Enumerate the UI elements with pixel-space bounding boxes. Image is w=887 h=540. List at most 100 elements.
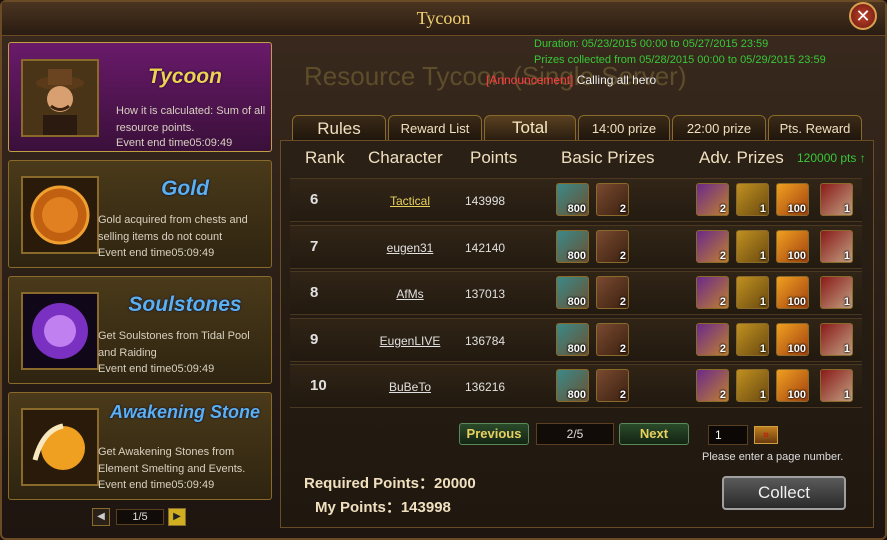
prize-quantity: 100 <box>787 250 806 262</box>
card-gold[interactable]: Gold Gold acquired from chests and selli… <box>8 160 272 268</box>
chest-icon[interactable]: 2 <box>596 183 629 216</box>
card-title: Soulstones <box>128 293 242 316</box>
my-points: My Points：143998 <box>315 499 451 516</box>
row-character-link[interactable]: eugen31 <box>375 241 445 255</box>
purple-pack-icon[interactable]: 2 <box>696 230 729 263</box>
red-gear-icon[interactable]: 1 <box>820 323 853 356</box>
prize-quantity: 2 <box>719 203 726 215</box>
gold-pack-icon[interactable]: 1 <box>736 230 769 263</box>
prize-quantity: 1 <box>759 343 766 355</box>
go-page-button[interactable]: » <box>754 426 778 444</box>
header-character: Character <box>368 148 443 167</box>
tab-1400-prize[interactable]: 14:00 prize <box>578 115 670 141</box>
announcement-banner: [Announcement] Calling all hero <box>486 73 656 87</box>
red-gear-icon[interactable]: 1 <box>820 230 853 263</box>
tab-rules[interactable]: Rules <box>292 115 386 141</box>
next-button[interactable]: Next <box>619 423 689 445</box>
close-icon[interactable]: ✕ <box>849 2 877 30</box>
flame-crystal-icon[interactable]: 100 <box>776 276 809 309</box>
purple-pack-icon[interactable]: 2 <box>696 369 729 402</box>
row-points: 137013 <box>465 287 506 301</box>
header-points: Points <box>470 148 518 167</box>
card-end-time: Event end time05:09:49 <box>98 363 215 375</box>
page-number-input[interactable] <box>708 425 748 445</box>
prize-quantity: 2 <box>619 203 626 215</box>
gold-pack-icon[interactable]: 1 <box>736 183 769 216</box>
tycoon-portrait-icon <box>21 59 99 137</box>
scroll-icon[interactable]: 800 <box>556 276 589 309</box>
scroll-icon[interactable]: 800 <box>556 183 589 216</box>
table-row: 10 BuBeTo 136216 800 2 2 1 100 1 <box>290 364 862 408</box>
tab-2200-prize[interactable]: 22:00 prize <box>672 115 766 141</box>
prize-quantity: 1 <box>843 296 850 308</box>
table-row: 9 EugenLIVE 136784 800 2 2 1 100 1 <box>290 318 862 362</box>
chest-icon[interactable]: 2 <box>596 369 629 402</box>
prize-quantity: 2 <box>619 343 626 355</box>
gold-pack-icon[interactable]: 1 <box>736 276 769 309</box>
scroll-icon[interactable]: 800 <box>556 230 589 263</box>
prize-quantity: 1 <box>759 389 766 401</box>
prize-quantity: 800 <box>567 296 586 308</box>
card-awakening-stone[interactable]: Awakening Stone Get Awakening Stones fro… <box>8 392 272 500</box>
flame-crystal-icon[interactable]: 100 <box>776 183 809 216</box>
table-row: 6 Tactical 143998 800 2 2 1 100 1 <box>290 178 862 222</box>
card-description: Get Soulstones from Tidal Pool and Raidi… <box>98 330 250 359</box>
scroll-icon[interactable]: 800 <box>556 323 589 356</box>
row-character-link[interactable]: AfMs <box>375 287 445 301</box>
row-rank: 9 <box>310 331 319 348</box>
prize-quantity: 100 <box>787 203 806 215</box>
red-gear-icon[interactable]: 1 <box>820 369 853 402</box>
chest-icon[interactable]: 2 <box>596 323 629 356</box>
purple-pack-icon[interactable]: 2 <box>696 276 729 309</box>
awakening-stone-icon <box>21 408 99 486</box>
purple-pack-icon[interactable]: 2 <box>696 183 729 216</box>
gold-pack-icon[interactable]: 1 <box>736 323 769 356</box>
window-title: Tycoon <box>416 8 471 28</box>
row-points: 136216 <box>465 380 506 394</box>
prize-quantity: 2 <box>619 296 626 308</box>
row-rank: 7 <box>310 238 319 255</box>
chest-icon[interactable]: 2 <box>596 276 629 309</box>
red-gear-icon[interactable]: 1 <box>820 183 853 216</box>
card-tycoon[interactable]: Tycoon How it is calculated: Sum of all … <box>8 42 272 152</box>
table-row: 8 AfMs 137013 800 2 2 1 100 1 <box>290 271 862 315</box>
header-rank: Rank <box>305 148 345 167</box>
card-soulstones[interactable]: Soulstones Get Soulstones from Tidal Poo… <box>8 276 272 384</box>
prize-quantity: 800 <box>567 203 586 215</box>
header-basic-prizes: Basic Prizes <box>561 148 655 167</box>
purple-pack-icon[interactable]: 2 <box>696 323 729 356</box>
prize-quantity: 100 <box>787 296 806 308</box>
row-character-link[interactable]: EugenLIVE <box>375 334 445 348</box>
row-points: 143998 <box>465 194 506 208</box>
soulstone-orb-icon <box>21 292 99 370</box>
row-character-link[interactable]: BuBeTo <box>375 380 445 394</box>
title-bar: Tycoon <box>2 2 885 36</box>
prize-quantity: 800 <box>567 250 586 262</box>
prize-quantity: 100 <box>787 343 806 355</box>
scroll-icon[interactable]: 800 <box>556 369 589 402</box>
row-character-link[interactable]: Tactical <box>375 194 445 208</box>
flame-crystal-icon[interactable]: 100 <box>776 323 809 356</box>
row-rank: 10 <box>310 377 327 394</box>
left-pager-next-icon[interactable]: ▶ <box>168 508 186 526</box>
header-pts-threshold: 120000 pts ↑ <box>797 151 866 165</box>
left-pager: ◀ 1/5 ▶ <box>92 508 188 528</box>
chest-icon[interactable]: 2 <box>596 230 629 263</box>
card-end-time: Event end time05:09:49 <box>116 137 233 149</box>
left-pager-prev-icon[interactable]: ◀ <box>92 508 110 526</box>
card-end-time: Event end time05:09:49 <box>98 247 215 259</box>
row-points: 136784 <box>465 334 506 348</box>
flame-crystal-icon[interactable]: 100 <box>776 369 809 402</box>
tab-reward-list[interactable]: Reward List <box>388 115 482 141</box>
red-gear-icon[interactable]: 1 <box>820 276 853 309</box>
tab-pts-reward[interactable]: Pts. Reward <box>768 115 862 141</box>
previous-button[interactable]: Previous <box>459 423 529 445</box>
flame-crystal-icon[interactable]: 100 <box>776 230 809 263</box>
collect-button[interactable]: Collect <box>722 476 846 510</box>
prize-quantity: 2 <box>719 296 726 308</box>
prize-quantity: 2 <box>719 389 726 401</box>
page-indicator: 2/5 <box>536 423 614 445</box>
prize-quantity: 1 <box>759 296 766 308</box>
gold-pack-icon[interactable]: 1 <box>736 369 769 402</box>
tab-total[interactable]: Total <box>484 115 576 141</box>
